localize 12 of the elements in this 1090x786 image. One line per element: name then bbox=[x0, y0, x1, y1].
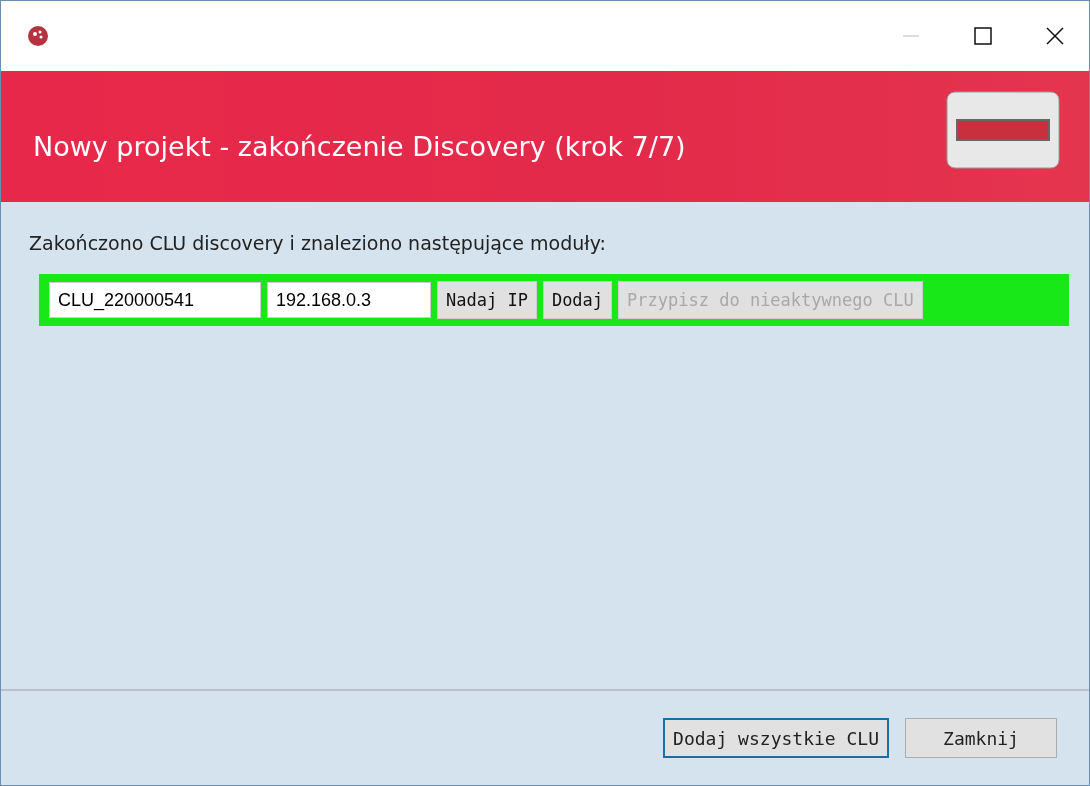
dialog-button[interactable]: Dodaj wszystkie CLU bbox=[663, 718, 889, 758]
app-logo-icon bbox=[27, 25, 49, 47]
action-button[interactable]: Dodaj bbox=[542, 281, 613, 319]
ip-field[interactable]: 192.168.0.3 bbox=[267, 282, 431, 318]
dialog-button[interactable]: Zamknij bbox=[905, 718, 1057, 758]
action-button[interactable]: Nadaj IP bbox=[437, 281, 537, 319]
close-icon[interactable] bbox=[1045, 26, 1065, 46]
module-icon bbox=[945, 89, 1061, 170]
name-field[interactable]: CLU_220000541 bbox=[49, 282, 261, 318]
message-text: Zakończono CLU discovery i znaleziono następujące moduły: bbox=[29, 232, 607, 254]
maximize-icon[interactable] bbox=[973, 26, 993, 46]
header-title: Nowy projekt - zakończenie Discovery (krok 7/7) bbox=[33, 131, 686, 162]
